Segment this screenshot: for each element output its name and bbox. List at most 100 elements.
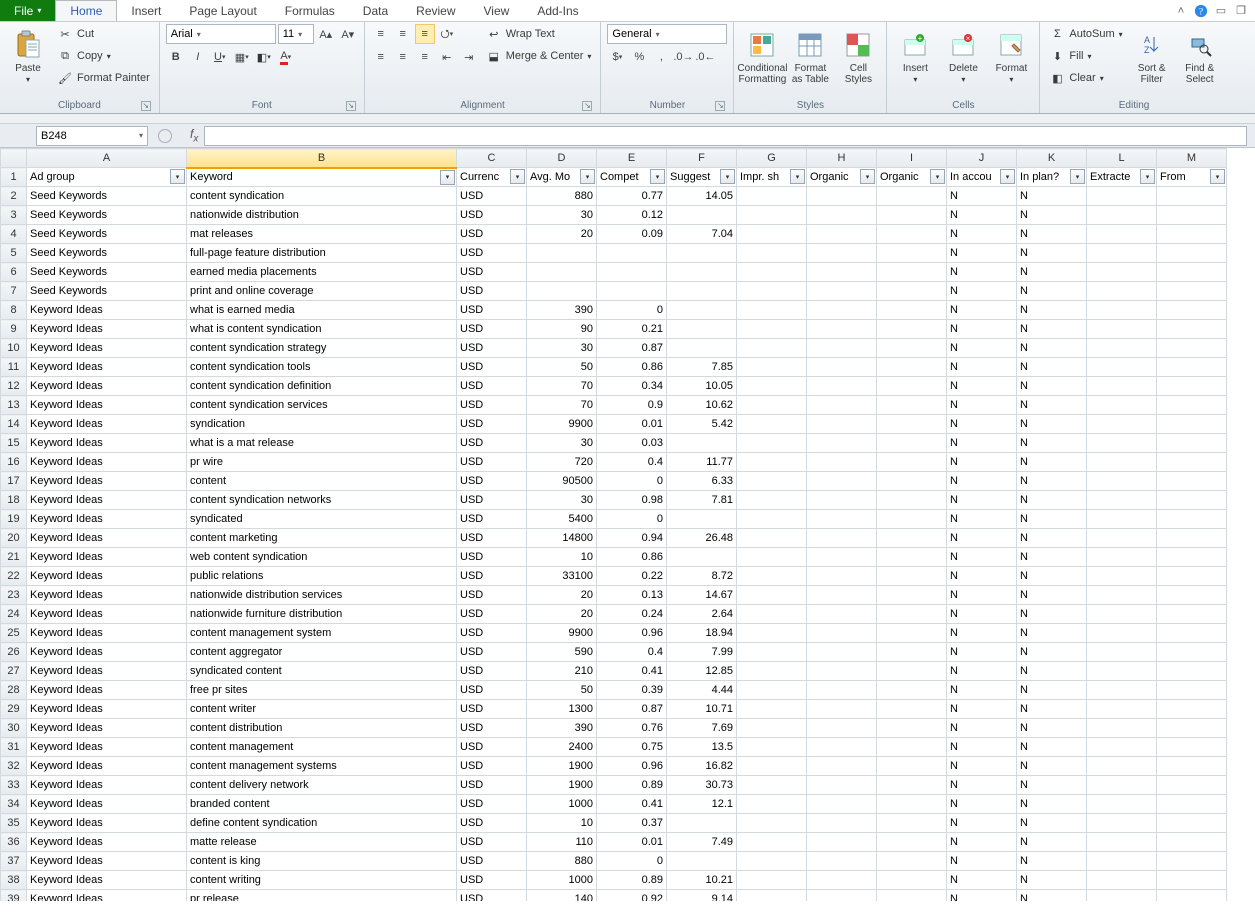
align-top-icon[interactable]: ≡ [371,24,391,44]
cell[interactable] [737,472,807,491]
cell[interactable]: N [1017,187,1087,206]
cell[interactable] [737,206,807,225]
cell[interactable] [1157,738,1227,757]
cell[interactable]: 7.69 [667,719,737,738]
cell[interactable]: what is a mat release [187,434,457,453]
row-header[interactable]: 1 [1,168,27,187]
cell[interactable]: USD [457,301,527,320]
cell[interactable]: USD [457,662,527,681]
column-header-L[interactable]: L [1087,149,1157,168]
cell[interactable]: USD [457,738,527,757]
cell[interactable]: 0.21 [597,320,667,339]
cell[interactable] [737,491,807,510]
row-header[interactable]: 6 [1,263,27,282]
cell[interactable] [807,719,877,738]
cell[interactable]: N [947,510,1017,529]
cell[interactable]: USD [457,757,527,776]
cell[interactable] [807,472,877,491]
cell[interactable]: content management systems [187,757,457,776]
cell[interactable] [877,187,947,206]
column-header-G[interactable]: G [737,149,807,168]
cell[interactable]: USD [457,852,527,871]
cell[interactable]: Keyword Ideas [27,776,187,795]
column-header-D[interactable]: D [527,149,597,168]
cell[interactable] [1157,320,1227,339]
cell[interactable] [807,624,877,643]
cell[interactable]: N [947,396,1017,415]
cell[interactable] [877,548,947,567]
window-restore-icon[interactable]: ❐ [1233,3,1249,19]
cell[interactable]: N [947,567,1017,586]
cell[interactable]: 9900 [527,624,597,643]
align-left-icon[interactable]: ≡ [371,47,391,67]
cell[interactable]: 0 [597,852,667,871]
cell[interactable]: 0.03 [597,434,667,453]
align-center-icon[interactable]: ≡ [393,47,413,67]
cell[interactable] [1087,738,1157,757]
border-button[interactable]: ▦▾ [232,47,252,67]
column-header-I[interactable]: I [877,149,947,168]
row-header[interactable]: 38 [1,871,27,890]
cell[interactable]: public relations [187,567,457,586]
cell[interactable] [1157,833,1227,852]
cell[interactable]: 33100 [527,567,597,586]
cell[interactable]: N [947,377,1017,396]
cell[interactable]: content syndication strategy [187,339,457,358]
cell[interactable]: N [947,890,1017,902]
cell[interactable] [807,529,877,548]
cell[interactable]: Keyword Ideas [27,415,187,434]
row-header[interactable]: 3 [1,206,27,225]
cell[interactable]: content writing [187,871,457,890]
cell[interactable]: N [947,358,1017,377]
cell[interactable]: 0.76 [597,719,667,738]
cell[interactable] [807,225,877,244]
cell[interactable]: 2400 [527,738,597,757]
align-bottom-icon[interactable]: ≡ [415,24,435,44]
cell[interactable] [1087,643,1157,662]
cell[interactable]: Keyword Ideas [27,491,187,510]
cell[interactable]: USD [457,244,527,263]
cell[interactable] [877,719,947,738]
cell[interactable]: 7.49 [667,833,737,852]
cell[interactable]: N [947,833,1017,852]
column-header-C[interactable]: C [457,149,527,168]
cell[interactable] [1087,358,1157,377]
cell[interactable] [1157,529,1227,548]
copy-button[interactable]: ⧉Copy ▾ [54,46,153,66]
conditional-formatting-button[interactable]: Conditional Formatting [740,24,784,90]
cell[interactable] [1087,871,1157,890]
cell[interactable]: 0.41 [597,795,667,814]
row-header[interactable]: 17 [1,472,27,491]
row-header[interactable]: 24 [1,605,27,624]
cell[interactable]: 11.77 [667,453,737,472]
cell[interactable]: N [1017,225,1087,244]
cell[interactable] [877,852,947,871]
row-header[interactable]: 23 [1,586,27,605]
cell[interactable]: Keyword Ideas [27,681,187,700]
cell[interactable] [877,605,947,624]
cell[interactable] [597,263,667,282]
cell[interactable] [1087,320,1157,339]
cell[interactable]: USD [457,396,527,415]
number-format-combo[interactable]: General▾ [607,24,727,44]
cell[interactable] [1087,396,1157,415]
cell[interactable]: N [947,814,1017,833]
cell[interactable]: Keyword Ideas [27,529,187,548]
cell[interactable]: N [1017,738,1087,757]
cell[interactable] [737,282,807,301]
cell[interactable]: content distribution [187,719,457,738]
decrease-decimal-icon[interactable]: .0← [695,47,715,67]
cell[interactable]: N [947,548,1017,567]
cell[interactable]: USD [457,548,527,567]
cell[interactable]: 0.98 [597,491,667,510]
cell[interactable]: Keyword Ideas [27,377,187,396]
cell[interactable]: 880 [527,187,597,206]
cell[interactable] [877,358,947,377]
cell[interactable] [877,491,947,510]
cell[interactable] [737,795,807,814]
cell[interactable] [667,434,737,453]
cell[interactable]: N [1017,358,1087,377]
cell[interactable] [877,529,947,548]
cell[interactable] [667,814,737,833]
cell[interactable] [1157,244,1227,263]
